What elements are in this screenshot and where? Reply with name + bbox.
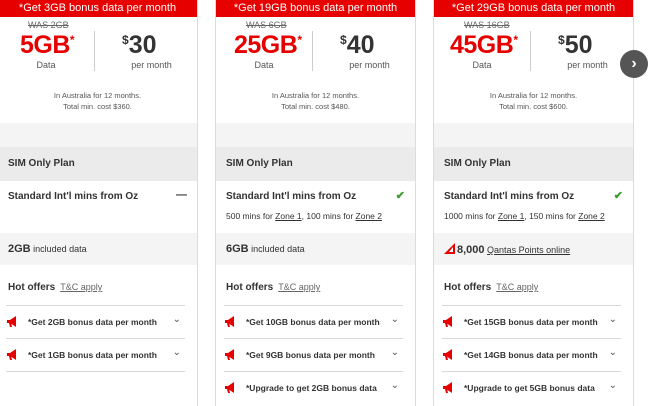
megaphone-icon xyxy=(7,349,16,360)
zone-1-link[interactable]: Zone 1 xyxy=(498,211,524,221)
megaphone-icon xyxy=(225,316,234,327)
chevron-down-icon[interactable]: ⌄ xyxy=(391,347,399,358)
megaphone-icon xyxy=(443,316,452,327)
minus-icon[interactable]: — xyxy=(176,189,187,201)
price: $50 xyxy=(558,31,593,59)
included-data-row: 6GB included data xyxy=(216,233,415,265)
offer-divider xyxy=(6,371,185,405)
chevron-down-icon[interactable]: ⌄ xyxy=(609,380,617,391)
divider xyxy=(312,31,313,71)
zone-2-link[interactable]: Zone 2 xyxy=(578,211,604,221)
plan-type-header: SIM Only Plan xyxy=(216,147,415,181)
intl-mins-title: Standard Int'l mins from Oz xyxy=(226,191,357,202)
tc-link[interactable]: T&C apply xyxy=(496,282,538,292)
plan-card-5gb: *Get 3GB bonus data per month WAS 2GB 5G… xyxy=(0,0,198,406)
qantas-points-amount: 8,000 xyxy=(457,244,485,256)
plan-card-45gb: *Get 29GB bonus data per month WAS 16GB … xyxy=(433,0,634,406)
data-label: Data xyxy=(472,60,492,70)
offer-row[interactable]: *Get 1GB bonus data per month ⌄ xyxy=(6,338,185,372)
data-label: Data xyxy=(36,60,56,70)
intl-mins-detail: 1000 mins for Zone 1, 150 mins for Zone … xyxy=(444,211,605,221)
chevron-down-icon[interactable]: ⌄ xyxy=(173,347,181,358)
min-cost-note: In Australia for 12 months. Total min. co… xyxy=(271,91,360,111)
intl-mins-title: Standard Int'l mins from Oz xyxy=(444,191,575,202)
data-amount: 5GB* xyxy=(20,31,75,59)
qantas-points-row: 8,000 Qantas Points online xyxy=(434,233,633,265)
spacer xyxy=(216,123,415,147)
chevron-down-icon[interactable]: ⌄ xyxy=(609,347,617,358)
price: $40 xyxy=(340,31,375,59)
intl-mins-title: Standard Int'l mins from Oz xyxy=(8,191,139,202)
spacer xyxy=(434,123,633,147)
tc-link[interactable]: T&C apply xyxy=(278,282,320,292)
divider xyxy=(94,31,95,71)
data-label: Data xyxy=(254,60,274,70)
offer-row[interactable]: *Get 2GB bonus data per month ⌄ xyxy=(6,305,185,339)
included-data-row: 2GB included data xyxy=(0,233,197,265)
chevron-down-icon[interactable]: ⌄ xyxy=(173,314,181,325)
was-data: WAS 6GB xyxy=(246,20,287,30)
chevron-down-icon[interactable]: ⌄ xyxy=(609,314,617,325)
megaphone-icon xyxy=(443,382,452,393)
chevron-down-icon[interactable]: ⌄ xyxy=(391,380,399,391)
plan-card-25gb: *Get 19GB bonus data per month WAS 6GB 2… xyxy=(215,0,416,406)
qantas-kangaroo-icon xyxy=(444,243,455,254)
included-data-amount: 2GB xyxy=(8,243,31,255)
was-data: WAS 2GB xyxy=(28,20,69,30)
included-data-amount: 6GB xyxy=(226,243,249,255)
hot-offers: Hot offers T&C apply xyxy=(8,282,103,293)
min-cost-note: In Australia for 12 months. Total min. co… xyxy=(53,91,142,111)
zone-1-link[interactable]: Zone 1 xyxy=(275,211,301,221)
bonus-banner: *Get 19GB bonus data per month xyxy=(216,0,415,17)
plan-type-header: SIM Only Plan xyxy=(434,147,633,181)
zone-2-link[interactable]: Zone 2 xyxy=(356,211,382,221)
chevron-right-icon[interactable]: › xyxy=(620,50,648,78)
price: $30 xyxy=(122,31,157,59)
hot-offers: Hot offers T&C apply xyxy=(444,282,539,293)
intl-mins-detail: 500 mins for Zone 1, 100 mins for Zone 2 xyxy=(226,211,382,221)
bonus-banner: *Get 29GB bonus data per month xyxy=(434,0,633,17)
offer-row[interactable]: *Get 15GB bonus data per month ⌄ xyxy=(442,305,621,339)
divider xyxy=(530,31,531,71)
megaphone-icon xyxy=(7,316,16,327)
check-icon: ✔ xyxy=(395,190,405,202)
tc-link[interactable]: T&C apply xyxy=(60,282,102,292)
offer-row[interactable]: *Get 14GB bonus data per month ⌄ xyxy=(442,338,621,372)
spacer xyxy=(0,123,197,147)
price-period: per month xyxy=(131,60,172,70)
megaphone-icon xyxy=(225,382,234,393)
chevron-down-icon[interactable]: ⌄ xyxy=(391,314,399,325)
offer-row[interactable]: *Get 9GB bonus data per month ⌄ xyxy=(224,338,403,372)
offer-row[interactable]: *Upgrade to get 5GB bonus data ⌄ xyxy=(442,371,621,405)
hot-offers: Hot offers T&C apply xyxy=(226,282,321,293)
qantas-points-link[interactable]: Qantas Points online xyxy=(487,245,570,255)
megaphone-icon xyxy=(443,349,452,360)
price-period: per month xyxy=(349,60,390,70)
megaphone-icon xyxy=(225,349,234,360)
bonus-banner: *Get 3GB bonus data per month xyxy=(0,0,197,17)
check-icon: ✔ xyxy=(613,190,623,202)
data-amount: 25GB* xyxy=(234,31,302,59)
offer-row[interactable]: *Upgrade to get 2GB bonus data ⌄ xyxy=(224,371,403,405)
plan-type-header: SIM Only Plan xyxy=(0,147,197,181)
offer-row[interactable]: *Get 10GB bonus data per month ⌄ xyxy=(224,305,403,339)
data-amount: 45GB* xyxy=(450,31,518,59)
min-cost-note: In Australia for 12 months. Total min. co… xyxy=(489,91,578,111)
was-data: WAS 16GB xyxy=(464,20,510,30)
